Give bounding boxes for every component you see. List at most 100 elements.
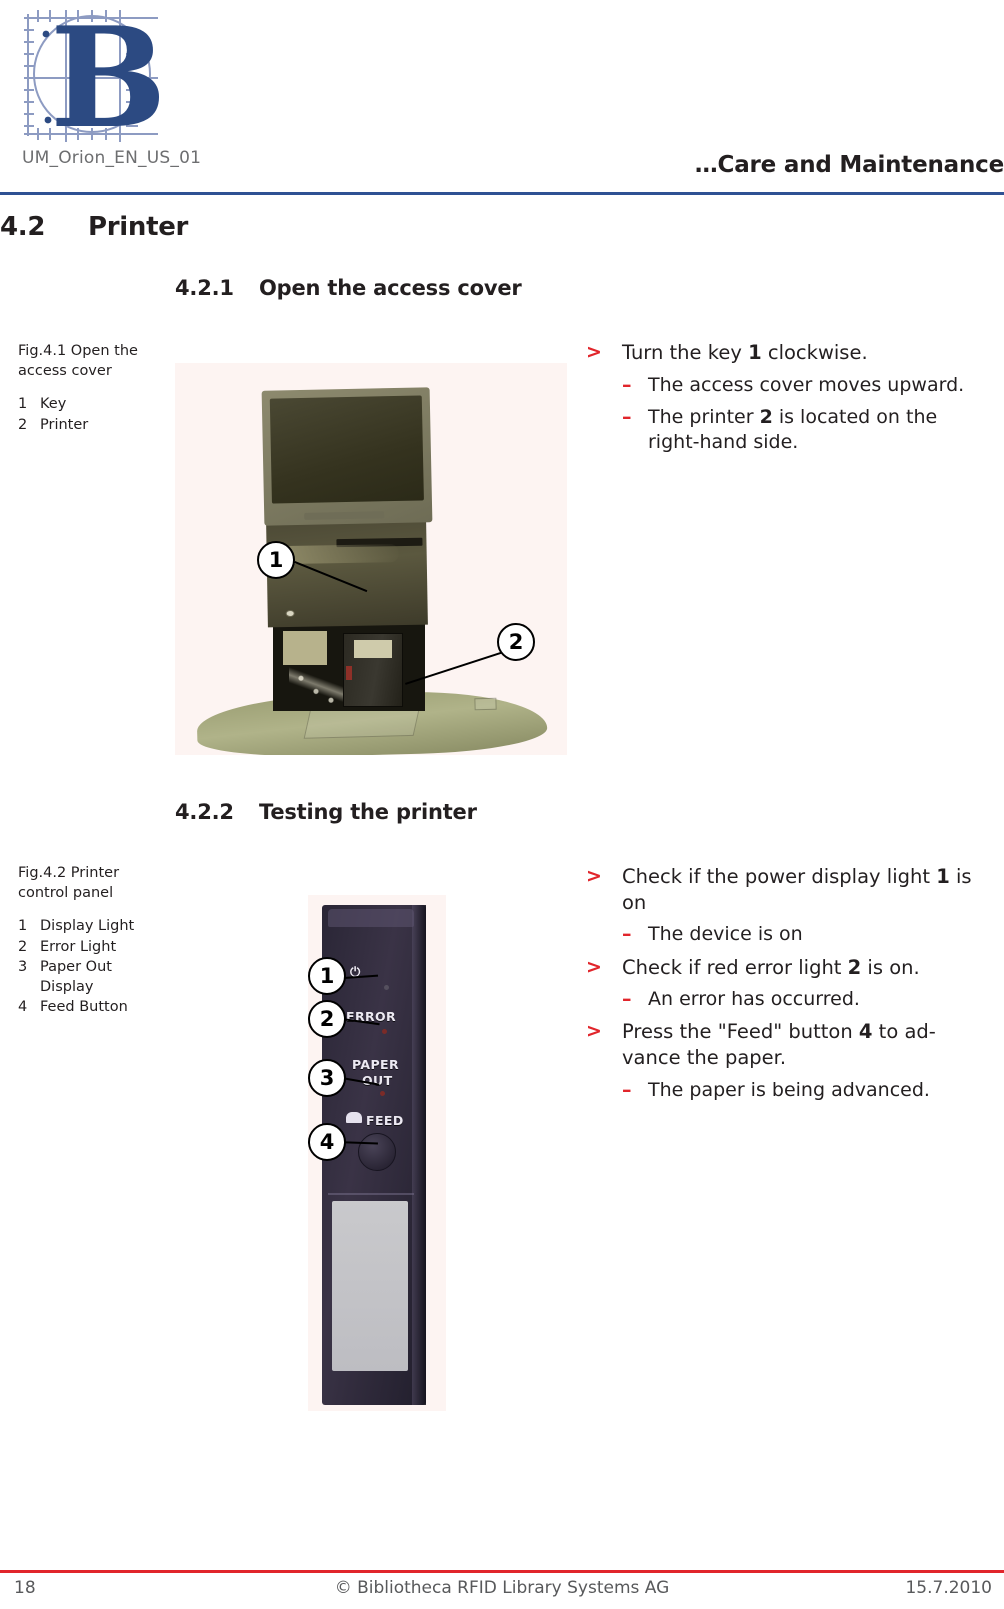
kiosk-printer-leds <box>346 666 352 680</box>
subsection-number: 4.2.2 <box>175 800 234 824</box>
paper-out-label-line1: PAPER <box>352 1057 400 1072</box>
callout-ref: 1 <box>936 865 950 888</box>
subsection-heading-421: 4.2.1 Open the access cover <box>175 276 875 300</box>
instruction-step: > Turn the key 1 clockwise. <box>586 340 990 366</box>
legend-item: 3 Paper Out Display <box>18 958 168 997</box>
bibliotheca-logo-icon: B <box>24 8 162 144</box>
power-led <box>384 985 389 990</box>
legend-item: 4 Feed Button <box>18 998 168 1018</box>
step-text: Check if the power display light 1 is on <box>622 865 972 914</box>
figure-caption: Fig.4.2 Printer control panel <box>18 865 120 901</box>
kiosk-base-port <box>474 697 497 711</box>
section-title: Printer <box>88 212 189 242</box>
paper-out-led <box>380 1091 385 1096</box>
kiosk-cables <box>289 665 349 709</box>
kiosk-monitor <box>261 387 433 526</box>
callout-ref: 1 <box>748 341 762 364</box>
footer-divider <box>0 1570 1004 1573</box>
result-text: The paper is being advanced. <box>648 1078 930 1101</box>
legend-item: 2 Printer <box>18 416 168 436</box>
instruction-result: – The paper is being advanced. <box>622 1078 990 1103</box>
legend-number: 1 <box>18 918 28 935</box>
result-text: An error has occurred. <box>648 988 860 1011</box>
panel-edge <box>412 905 426 1405</box>
kiosk-printer-unit <box>343 633 403 707</box>
result-marker: – <box>622 988 632 1011</box>
figure-caption-block-42: Fig.4.2 Printer control panel 1 Display … <box>18 864 168 1019</box>
instruction-result: – The device is on <box>622 922 990 947</box>
feed-label: FEED <box>366 1113 404 1128</box>
page-footer: 18 © Bibliotheca RFID Library Systems AG… <box>0 1578 1004 1608</box>
legend-label: Error Light <box>40 938 117 955</box>
kiosk-monitor-chin <box>304 511 385 520</box>
footer-date: 15.7.2010 <box>905 1578 992 1598</box>
step-marker: > <box>586 341 602 363</box>
section-number: 4.2 <box>0 212 46 242</box>
instruction-result: – The access cover moves upward. <box>622 373 990 398</box>
subsection-heading-422: 4.2.2 Testing the printer <box>175 800 875 824</box>
step-text: Turn the key 1 clockwise. <box>622 341 868 364</box>
logo-block: B UM_Orion_EN_US_01 <box>22 8 201 168</box>
figure-caption-block-41: Fig.4.1 Open the access cover 1 Key 2 Pr… <box>18 342 168 436</box>
feed-button[interactable] <box>358 1133 396 1171</box>
kiosk-equipment-bay <box>273 623 425 711</box>
instruction-list-422: > Check if the power display light 1 is … <box>586 864 990 1110</box>
section-heading: 4.2 Printer <box>0 212 700 242</box>
callout-2: 2 <box>308 1000 346 1038</box>
footer-copyright: © Bibliotheca RFID Library Systems AG <box>334 1578 670 1598</box>
legend-label: Key <box>40 396 67 413</box>
legend-label: Paper Out Display <box>40 959 112 995</box>
legend-label: Feed Button <box>40 999 128 1016</box>
callout-ref: 2 <box>759 405 773 428</box>
subsection-title: Open the access cover <box>259 276 522 300</box>
result-text: The access cover moves upward. <box>648 373 965 396</box>
legend-number: 2 <box>18 938 28 955</box>
callout-ref: 2 <box>847 955 862 979</box>
kiosk-monitor-screen <box>269 395 424 504</box>
legend-label: Printer <box>40 416 89 433</box>
step-marker: > <box>586 865 602 887</box>
page-header-title: …Care and Maintenance <box>694 152 1004 178</box>
callout-1: 1 <box>308 957 346 995</box>
subsection-title: Testing the printer <box>259 800 477 824</box>
legend-label: Display Light <box>40 918 135 935</box>
kiosk-printer-paper <box>354 640 392 658</box>
printer-icon <box>346 1112 362 1123</box>
instruction-result: – An error has occurred. <box>622 987 990 1012</box>
result-text: The printer 2 is located on the right-ha… <box>648 405 938 453</box>
document-code: UM_Orion_EN_US_01 <box>22 148 202 168</box>
instruction-step: > Check if the power display light 1 is … <box>586 864 990 915</box>
legend-number: 1 <box>18 396 28 413</box>
instruction-result: – The printer 2 is located on the right-… <box>622 405 990 455</box>
legend-item: 1 Display Light <box>18 917 168 937</box>
result-marker: – <box>622 923 632 946</box>
panel-top-lip <box>328 909 414 927</box>
error-led <box>382 1029 387 1034</box>
step-text: Press the "Feed" button 4 to ad-vance th… <box>622 1020 936 1070</box>
callout-2: 2 <box>497 623 535 661</box>
step-marker: > <box>586 955 602 978</box>
legend-item: 2 Error Light <box>18 938 168 958</box>
kiosk-bay-module <box>283 631 327 665</box>
paper-cover <box>332 1201 408 1371</box>
step-marker: > <box>586 1020 602 1043</box>
result-marker: – <box>622 405 632 428</box>
legend-item: 1 Key <box>18 395 168 415</box>
header-divider <box>0 192 1004 195</box>
figure-caption: Fig.4.1 Open the access cover <box>18 343 138 379</box>
callout-3: 3 <box>308 1059 346 1097</box>
panel-divider <box>328 1193 414 1195</box>
figure-image-kiosk: 1 2 <box>175 363 567 755</box>
callout-1: 1 <box>257 541 295 579</box>
callout-ref: 4 <box>858 1020 873 1044</box>
kiosk-access-cover <box>266 519 428 628</box>
legend-number: 2 <box>18 416 28 433</box>
legend-number: 4 <box>18 999 28 1016</box>
instruction-step: > Check if red error light 2 is on. <box>586 955 990 981</box>
instruction-step: > Press the "Feed" button 4 to ad-vance … <box>586 1019 990 1070</box>
callout-4: 4 <box>308 1123 346 1161</box>
result-marker: – <box>622 373 632 396</box>
figure-image-printer-panel: ⏻ ERROR PAPER OUT FEED 1 2 3 4 <box>308 895 446 1411</box>
legend-number: 3 <box>18 959 28 976</box>
instruction-list-421: > Turn the key 1 clockwise. – The access… <box>586 340 990 462</box>
